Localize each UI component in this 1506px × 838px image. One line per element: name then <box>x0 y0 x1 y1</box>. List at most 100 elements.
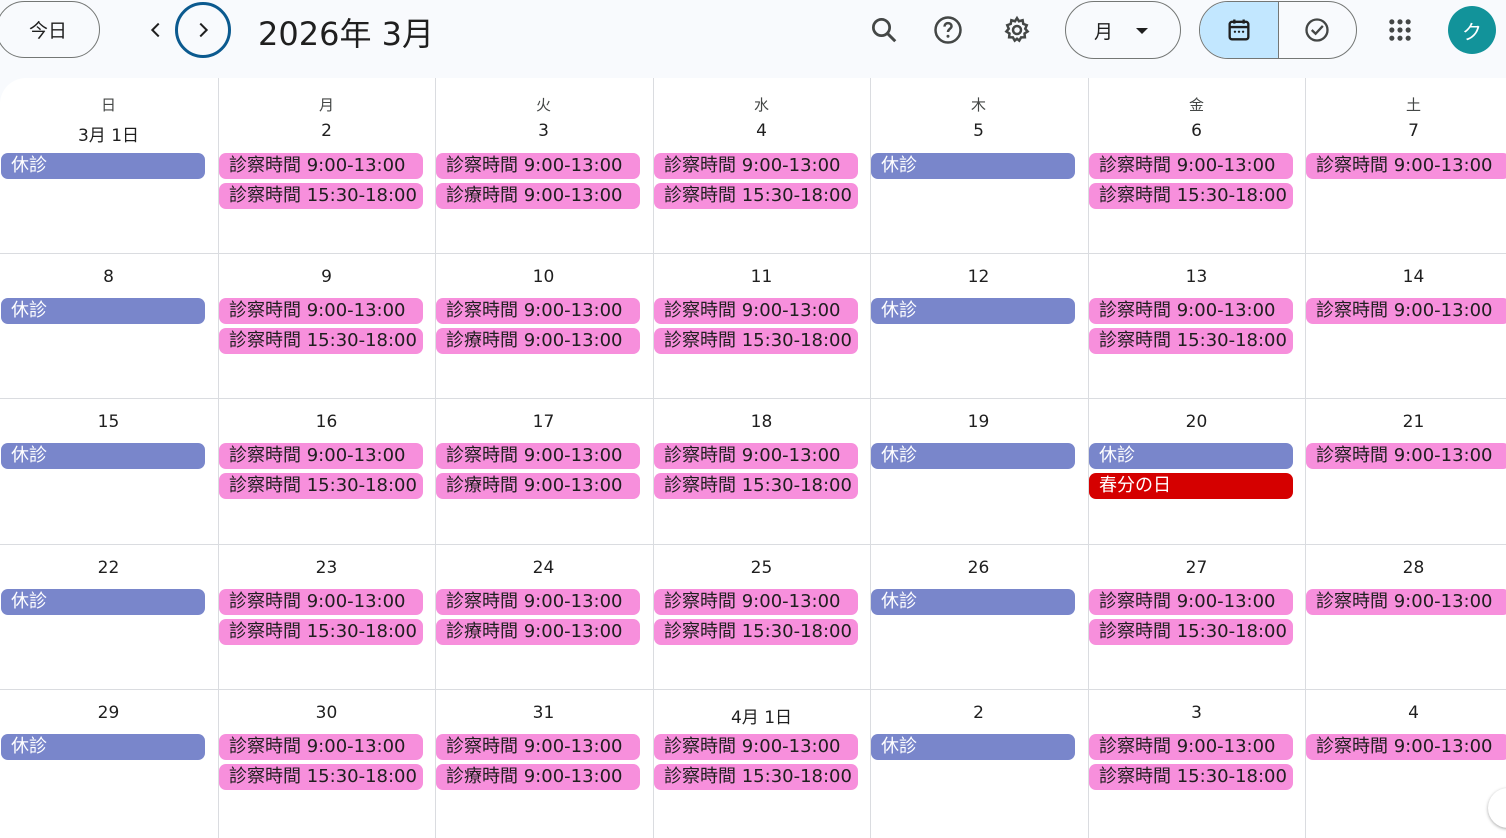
day-number[interactable]: 21 <box>1305 412 1506 432</box>
day-number[interactable]: 2 <box>870 703 1087 723</box>
day-number[interactable]: 13 <box>1088 267 1305 287</box>
day-number[interactable]: 12 <box>870 267 1087 287</box>
event-clinic-hours[interactable]: 診療時間 9:00-13:00 <box>436 328 640 354</box>
event-closed[interactable]: 休診 <box>871 589 1075 615</box>
day-cell[interactable]: 日 3月 1日 休診 <box>0 78 217 253</box>
event-clinic-hours[interactable]: 診察時間 9:00-13:00 <box>654 153 858 179</box>
next-month-button[interactable] <box>175 2 231 58</box>
day-number[interactable]: 26 <box>870 558 1087 578</box>
event-holiday[interactable]: 春分の日 <box>1089 473 1293 499</box>
event-clinic-hours[interactable]: 診察時間 9:00-13:00 <box>219 153 423 179</box>
event-clinic-hours[interactable]: 診察時間 9:00-13:00 <box>436 734 640 760</box>
event-clinic-hours[interactable]: 診察時間 15:30-18:00 <box>219 328 423 354</box>
day-cell[interactable]: 金 6 診察時間 9:00-13:00 診察時間 15:30-18:00 <box>1088 78 1305 253</box>
event-clinic-hours[interactable]: 診察時間 9:00-13:00 <box>1306 298 1506 324</box>
day-number[interactable]: 2 <box>218 121 435 141</box>
day-number[interactable]: 25 <box>653 558 870 578</box>
event-clinic-hours[interactable]: 診察時間 9:00-13:00 <box>436 298 640 324</box>
day-number[interactable]: 29 <box>0 703 217 723</box>
day-number[interactable]: 18 <box>653 412 870 432</box>
event-closed[interactable]: 休診 <box>871 443 1075 469</box>
day-number[interactable]: 19 <box>870 412 1087 432</box>
day-cell[interactable]: 土 7 診察時間 9:00-13:00 <box>1305 78 1506 253</box>
tasks-view-toggle[interactable] <box>1279 2 1357 58</box>
event-clinic-hours[interactable]: 診療時間 9:00-13:00 <box>436 619 640 645</box>
day-cell[interactable]: 29 休診 <box>0 689 217 835</box>
event-closed[interactable]: 休診 <box>1 153 205 179</box>
event-clinic-hours[interactable]: 診察時間 9:00-13:00 <box>654 589 858 615</box>
event-closed[interactable]: 休診 <box>1 443 205 469</box>
day-cell[interactable]: 3 診察時間 9:00-13:00 診察時間 15:30-18:00 <box>1088 689 1305 835</box>
event-clinic-hours[interactable]: 診察時間 9:00-13:00 <box>1089 734 1293 760</box>
event-clinic-hours[interactable]: 診察時間 15:30-18:00 <box>654 473 858 499</box>
event-clinic-hours[interactable]: 診察時間 15:30-18:00 <box>219 619 423 645</box>
event-clinic-hours[interactable]: 診察時間 15:30-18:00 <box>219 473 423 499</box>
day-cell[interactable]: 8 休診 <box>0 253 217 399</box>
day-cell[interactable]: 16 診察時間 9:00-13:00 診察時間 15:30-18:00 <box>218 398 435 544</box>
event-clinic-hours[interactable]: 診察時間 15:30-18:00 <box>654 764 858 790</box>
event-clinic-hours[interactable]: 診察時間 9:00-13:00 <box>654 734 858 760</box>
day-cell[interactable]: 26 休診 <box>870 544 1087 690</box>
event-closed[interactable]: 休診 <box>871 153 1075 179</box>
day-number[interactable]: 16 <box>218 412 435 432</box>
day-cell[interactable]: 12 休診 <box>870 253 1087 399</box>
day-number[interactable]: 7 <box>1305 121 1506 141</box>
help-button[interactable] <box>924 6 972 54</box>
settings-button[interactable] <box>993 6 1041 54</box>
day-number[interactable]: 31 <box>435 703 652 723</box>
day-cell[interactable]: 月 2 診察時間 9:00-13:00 診察時間 15:30-18:00 <box>218 78 435 253</box>
event-clinic-hours[interactable]: 診察時間 9:00-13:00 <box>1306 443 1506 469</box>
today-button[interactable]: 今日 <box>0 1 100 58</box>
day-cell[interactable]: 24 診察時間 9:00-13:00 診療時間 9:00-13:00 <box>435 544 652 690</box>
day-number[interactable]: 8 <box>0 267 217 287</box>
avatar[interactable]: ク <box>1448 6 1496 54</box>
event-closed[interactable]: 休診 <box>1 298 205 324</box>
day-cell[interactable]: 4 診察時間 9:00-13:00 <box>1305 689 1506 835</box>
event-clinic-hours[interactable]: 診察時間 15:30-18:00 <box>1089 764 1293 790</box>
day-cell[interactable]: 木 5 休診 <box>870 78 1087 253</box>
day-cell[interactable]: 25 診察時間 9:00-13:00 診察時間 15:30-18:00 <box>653 544 870 690</box>
day-number[interactable]: 28 <box>1305 558 1506 578</box>
day-cell[interactable]: 22 休診 <box>0 544 217 690</box>
event-clinic-hours[interactable]: 診療時間 9:00-13:00 <box>436 183 640 209</box>
event-clinic-hours[interactable]: 診察時間 15:30-18:00 <box>219 183 423 209</box>
day-cell[interactable]: 20 休診春分の日 <box>1088 398 1305 544</box>
event-clinic-hours[interactable]: 診療時間 9:00-13:00 <box>436 764 640 790</box>
day-cell[interactable]: 21 診察時間 9:00-13:00 <box>1305 398 1506 544</box>
day-number[interactable]: 15 <box>0 412 217 432</box>
day-number[interactable]: 14 <box>1305 267 1506 287</box>
day-number[interactable]: 20 <box>1088 412 1305 432</box>
event-clinic-hours[interactable]: 診察時間 9:00-13:00 <box>1306 153 1506 179</box>
day-cell[interactable]: 14 診察時間 9:00-13:00 <box>1305 253 1506 399</box>
event-clinic-hours[interactable]: 診療時間 9:00-13:00 <box>436 473 640 499</box>
event-clinic-hours[interactable]: 診察時間 9:00-13:00 <box>219 589 423 615</box>
event-clinic-hours[interactable]: 診察時間 9:00-13:00 <box>1089 298 1293 324</box>
day-cell[interactable]: 28 診察時間 9:00-13:00 <box>1305 544 1506 690</box>
day-number[interactable]: 22 <box>0 558 217 578</box>
event-closed[interactable]: 休診 <box>1 589 205 615</box>
event-clinic-hours[interactable]: 診察時間 15:30-18:00 <box>654 183 858 209</box>
event-clinic-hours[interactable]: 診察時間 15:30-18:00 <box>1089 328 1293 354</box>
day-number[interactable]: 10 <box>435 267 652 287</box>
day-cell[interactable]: 15 休診 <box>0 398 217 544</box>
day-cell[interactable]: 10 診察時間 9:00-13:00 診療時間 9:00-13:00 <box>435 253 652 399</box>
calendar-view-toggle[interactable] <box>1200 2 1279 58</box>
event-clinic-hours[interactable]: 診察時間 9:00-13:00 <box>219 443 423 469</box>
day-cell[interactable]: 11 診察時間 9:00-13:00 診察時間 15:30-18:00 <box>653 253 870 399</box>
event-clinic-hours[interactable]: 診察時間 9:00-13:00 <box>654 443 858 469</box>
day-cell[interactable]: 水 4 診察時間 9:00-13:00 診察時間 15:30-18:00 <box>653 78 870 253</box>
day-cell[interactable]: 13 診察時間 9:00-13:00 診察時間 15:30-18:00 <box>1088 253 1305 399</box>
day-number[interactable]: 17 <box>435 412 652 432</box>
day-number[interactable]: 9 <box>218 267 435 287</box>
event-clinic-hours[interactable]: 診察時間 9:00-13:00 <box>1306 734 1506 760</box>
event-closed[interactable]: 休診 <box>1089 443 1293 469</box>
day-number[interactable]: 24 <box>435 558 652 578</box>
day-cell[interactable]: 27 診察時間 9:00-13:00 診察時間 15:30-18:00 <box>1088 544 1305 690</box>
view-selector[interactable]: 月 <box>1065 1 1181 59</box>
day-number[interactable]: 5 <box>870 121 1087 141</box>
event-clinic-hours[interactable]: 診察時間 9:00-13:00 <box>1089 589 1293 615</box>
day-number[interactable]: 27 <box>1088 558 1305 578</box>
event-clinic-hours[interactable]: 診察時間 9:00-13:00 <box>219 734 423 760</box>
day-cell[interactable]: 2 休診 <box>870 689 1087 835</box>
day-number[interactable]: 6 <box>1088 121 1305 141</box>
